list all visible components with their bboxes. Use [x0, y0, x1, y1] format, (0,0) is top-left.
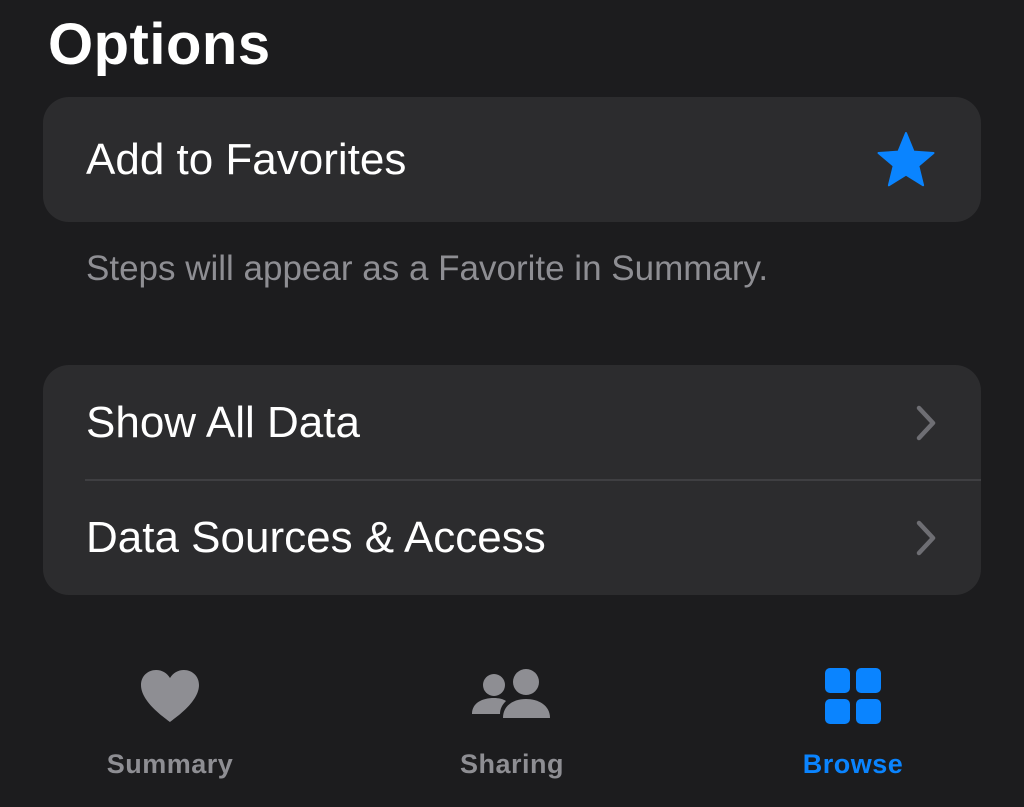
tab-bar: Summary Sharing Browse [0, 640, 1024, 807]
chevron-right-icon [913, 519, 939, 557]
add-to-favorites-label: Add to Favorites [86, 134, 407, 184]
data-sources-access-row[interactable]: Data Sources & Access [43, 480, 981, 595]
tab-summary[interactable]: Summary [50, 660, 290, 780]
add-to-favorites-row[interactable]: Add to Favorites [43, 97, 981, 222]
show-all-data-row[interactable]: Show All Data [43, 365, 981, 480]
grid-icon [824, 660, 882, 732]
tab-sharing-label: Sharing [459, 749, 564, 779]
tab-browse-label: Browse [802, 749, 904, 779]
favorites-card: Add to Favorites [43, 97, 981, 222]
data-options-card: Show All Data Data Sources & Access [43, 365, 981, 595]
tab-summary-label: Summary [106, 749, 234, 779]
section-title: Options [48, 12, 271, 77]
tab-sharing[interactable]: Sharing [392, 660, 632, 780]
heart-icon [139, 660, 201, 732]
favorites-footnote: Steps will appear as a Favorite in Summa… [86, 249, 769, 288]
tab-browse[interactable]: Browse [733, 660, 973, 780]
people-icon [470, 660, 554, 732]
data-sources-access-label: Data Sources & Access [86, 512, 546, 562]
show-all-data-label: Show All Data [86, 397, 360, 447]
chevron-right-icon [913, 404, 939, 442]
star-icon [877, 131, 935, 188]
